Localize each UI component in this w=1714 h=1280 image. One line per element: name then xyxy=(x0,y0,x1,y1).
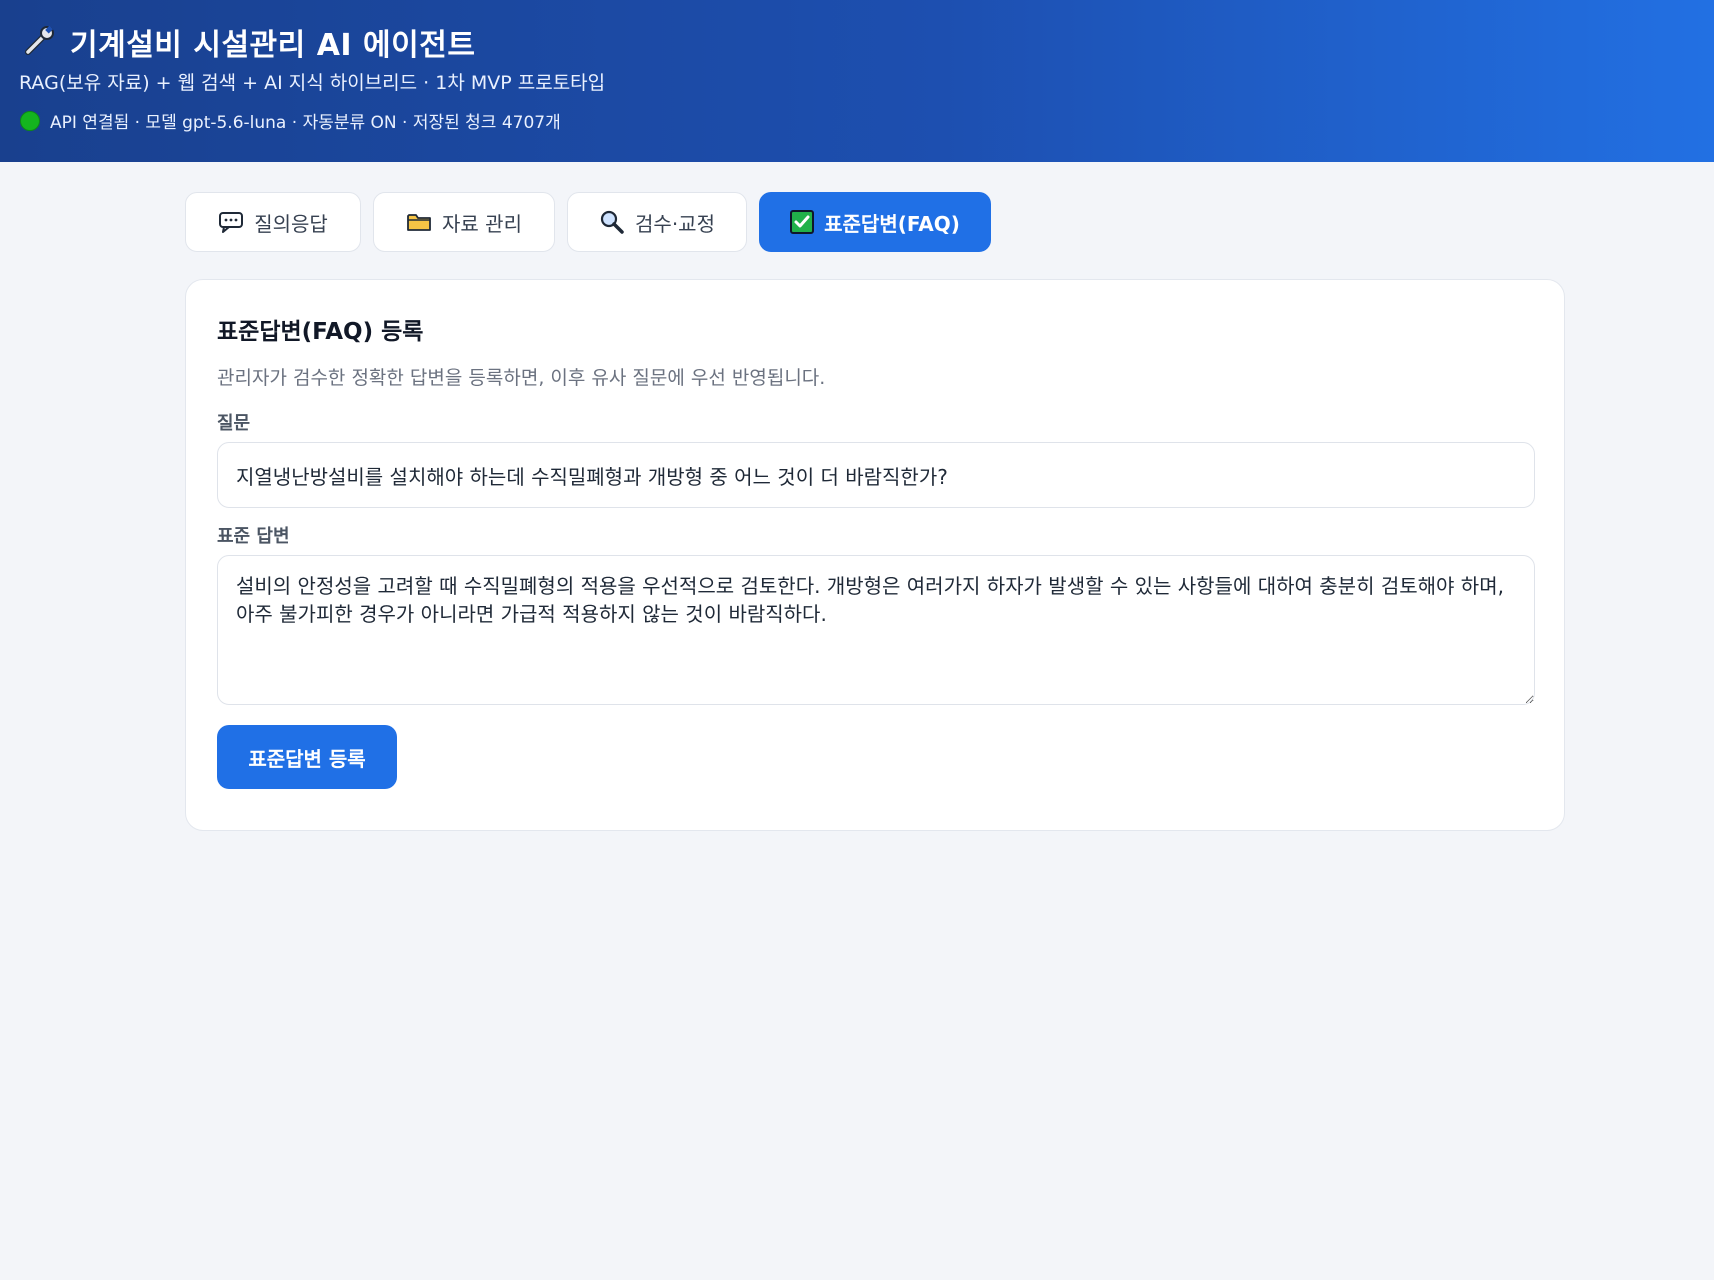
connection-status: API 연결됨 · 모델 gpt-5.6-luna · 자동분류 ON · 저장… xyxy=(20,108,561,133)
tab-qa[interactable]: 질의응답 xyxy=(185,192,361,252)
magnifier-icon xyxy=(599,209,625,235)
tab-label: 자료 관리 xyxy=(442,211,522,236)
tab-label: 표준답변(FAQ) xyxy=(824,211,960,236)
tab-documents[interactable]: 자료 관리 xyxy=(373,192,555,252)
folder-icon xyxy=(406,211,432,233)
tab-review[interactable]: 검수·교정 xyxy=(567,192,747,252)
wrench-icon xyxy=(25,25,54,55)
status-indicator-icon xyxy=(20,110,40,131)
tab-label: 질의응답 xyxy=(254,211,328,236)
tab-faq[interactable]: 표준답변(FAQ) xyxy=(759,192,991,252)
tab-label: 검수·교정 xyxy=(635,211,715,236)
speech-bubble-icon xyxy=(218,211,244,233)
register-faq-button[interactable]: 표준답변 등록 xyxy=(217,725,397,789)
app-title: 기계설비 시설관리 AI 에이전트 xyxy=(70,28,476,63)
form-description: 관리자가 검수한 정확한 답변을 등록하면, 이후 유사 질문에 우선 반영됩니… xyxy=(217,367,826,389)
tab-bar: 질의응답 자료 관리 검수·교정 표준답변(FAQ) xyxy=(185,192,1003,252)
question-label: 질문 xyxy=(217,413,251,434)
question-input[interactable] xyxy=(217,442,1535,508)
status-text: API 연결됨 · 모델 gpt-5.6-luna · 자동분류 ON · 저장… xyxy=(50,113,561,133)
app-header: 기계설비 시설관리 AI 에이전트 RAG(보유 자료) + 웹 검색 + AI… xyxy=(0,0,1714,162)
answer-textarea[interactable]: 설비의 안정성을 고려할 때 수직밀폐형의 적용을 우선적으로 검토한다. 개방… xyxy=(217,555,1535,705)
answer-label: 표준 답변 xyxy=(217,526,290,547)
faq-form-card: 표준답변(FAQ) 등록 관리자가 검수한 정확한 답변을 등록하면, 이후 유… xyxy=(185,279,1565,831)
app-subtitle: RAG(보유 자료) + 웹 검색 + AI 지식 하이브리드 · 1차 MVP… xyxy=(19,72,606,94)
form-title: 표준답변(FAQ) 등록 xyxy=(217,319,424,345)
check-box-icon xyxy=(790,210,815,234)
app-title-row: 기계설비 시설관리 AI 에이전트 xyxy=(20,20,475,64)
